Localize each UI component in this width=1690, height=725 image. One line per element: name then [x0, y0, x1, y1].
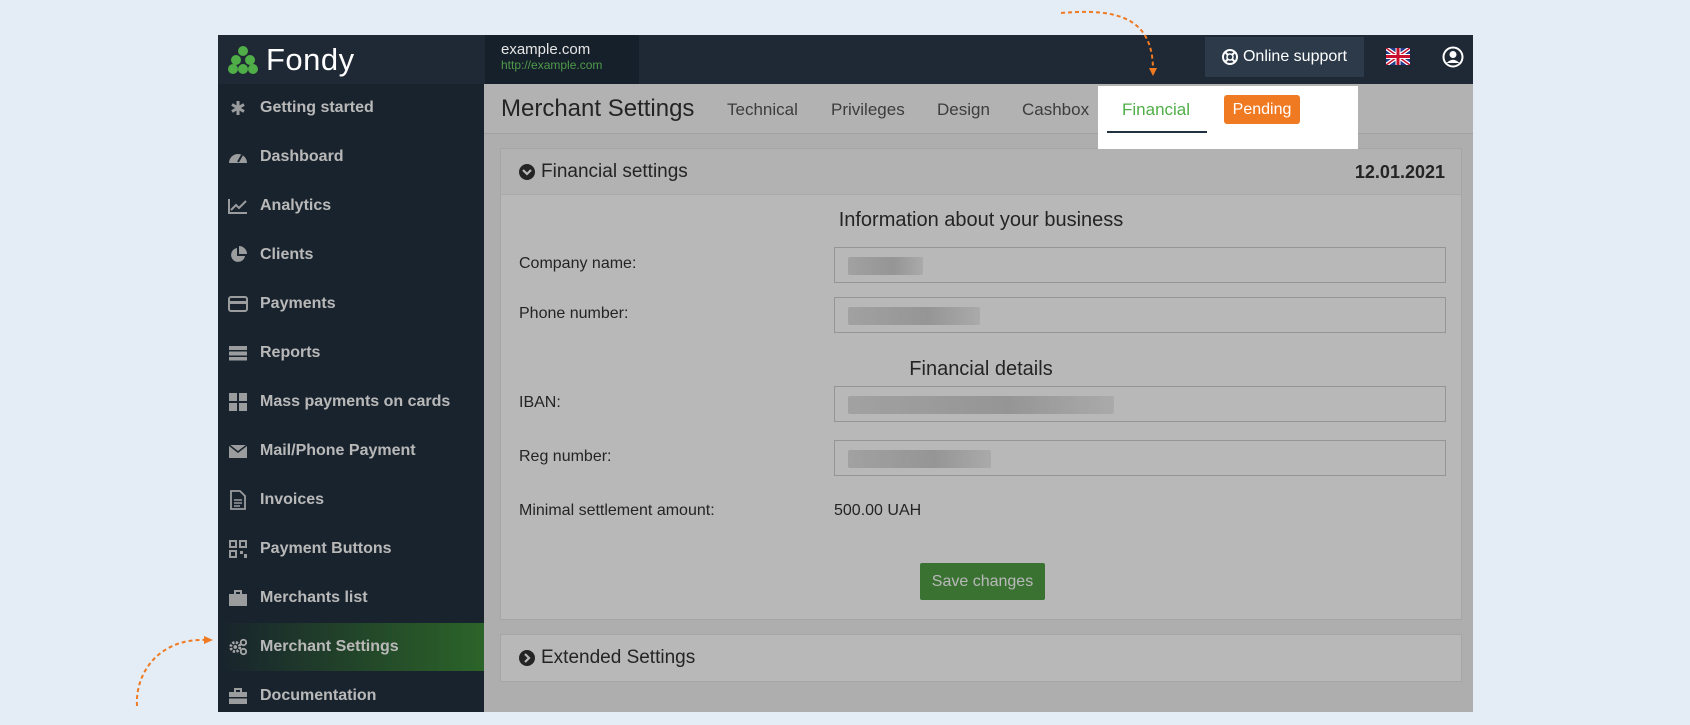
tab-privileges[interactable]: Privileges [831, 100, 905, 120]
sidebar: Getting started Dashboard Analytics Clie… [218, 84, 484, 712]
site-name: example.com [501, 41, 591, 58]
pie-chart-icon [228, 245, 248, 265]
phone-number-field[interactable] [834, 297, 1446, 333]
sidebar-item-label: Payments [260, 295, 336, 312]
highlighted-tab-region: Financial Pending [1098, 86, 1358, 149]
speedometer-icon [228, 147, 248, 167]
flag-uk-icon[interactable] [1386, 48, 1410, 65]
phone-number-label: Phone number: [519, 305, 629, 322]
logo[interactable]: Fondy [218, 35, 484, 84]
page-title: Merchant Settings [501, 95, 695, 122]
company-name-label: Company name: [519, 255, 637, 272]
tab-cashbox[interactable]: Cashbox [1022, 100, 1089, 120]
sidebar-item-label: Documentation [260, 687, 377, 704]
financial-settings-panel: Financial settings 12.01.2021 Informatio… [500, 148, 1462, 620]
iban-field[interactable] [834, 386, 1446, 422]
sidebar-item-label: Analytics [260, 197, 332, 214]
brand-name: Fondy [266, 41, 355, 77]
iban-label: IBAN: [519, 394, 561, 411]
chevron-circle-down-icon [519, 164, 535, 180]
save-changes-button[interactable]: Save changes [920, 563, 1045, 600]
sidebar-item-label: Dashboard [260, 148, 344, 165]
sidebar-item-label: Getting started [260, 99, 374, 116]
sidebar-item-label: Clients [260, 246, 314, 263]
tab-design[interactable]: Design [937, 100, 990, 120]
sidebar-item-mail-phone-payment[interactable]: Mail/Phone Payment [218, 427, 484, 475]
lifebuoy-icon [1221, 49, 1238, 65]
sidebar-item-merchant-settings[interactable]: Merchant Settings [218, 623, 484, 671]
top-bar: Fondy example.com http://example.com Onl… [218, 35, 1473, 84]
reg-number-label: Reg number: [519, 448, 612, 465]
sidebar-item-label: Payment Buttons [260, 540, 392, 557]
sidebar-item-label: Mail/Phone Payment [260, 442, 416, 459]
sidebar-item-payments[interactable]: Payments [218, 280, 484, 328]
status-badge: Pending [1224, 95, 1300, 124]
fondy-logo-icon [228, 45, 258, 74]
site-selector[interactable]: example.com http://example.com [485, 35, 639, 84]
sidebar-item-payment-buttons[interactable]: Payment Buttons [218, 525, 484, 573]
extended-settings-title: Extended Settings [541, 647, 696, 668]
document-icon [228, 490, 248, 510]
sidebar-item-label: Merchant Settings [260, 638, 399, 655]
online-support-label: Online support [1242, 48, 1348, 65]
sidebar-item-clients[interactable]: Clients [218, 231, 484, 279]
qr-code-icon [228, 539, 248, 559]
gears-icon [228, 637, 248, 657]
credit-card-icon [228, 294, 248, 314]
min-settlement-value: 500.00 UAH [834, 502, 922, 519]
sidebar-item-label: Merchants list [260, 589, 368, 606]
briefcase-icon [228, 588, 248, 608]
grid-icon [228, 392, 248, 412]
asterisk-icon [228, 98, 248, 118]
company-name-field[interactable] [834, 247, 1446, 283]
financial-settings-title: Financial settings [541, 161, 688, 182]
online-support-button[interactable]: Online support [1205, 37, 1364, 77]
app-window: Fondy example.com http://example.com Onl… [218, 35, 1473, 712]
sidebar-item-label: Reports [260, 344, 321, 361]
line-chart-icon [228, 196, 248, 216]
sidebar-item-reports[interactable]: Reports [218, 329, 484, 377]
tab-active-underline [1107, 131, 1207, 133]
annotation-arrow-left [135, 636, 213, 707]
sidebar-item-invoices[interactable]: Invoices [218, 476, 484, 524]
site-url: http://example.com [501, 58, 603, 72]
main-content: Merchant Settings Technical Privileges D… [484, 84, 1473, 712]
reg-number-field[interactable] [834, 440, 1446, 476]
tab-technical[interactable]: Technical [727, 100, 798, 120]
sidebar-item-merchants-list[interactable]: Merchants list [218, 574, 484, 622]
sidebar-item-documentation[interactable]: Documentation [218, 672, 484, 712]
toolbox-icon [228, 686, 248, 706]
envelope-icon [228, 441, 248, 461]
extended-settings-panel[interactable]: Extended Settings [500, 634, 1462, 682]
sidebar-item-analytics[interactable]: Analytics [218, 182, 484, 230]
sidebar-item-label: Invoices [260, 491, 325, 508]
financial-details-title: Financial details [909, 358, 1053, 380]
sidebar-item-label: Mass payments on cards [260, 393, 451, 410]
user-icon[interactable] [1442, 46, 1464, 68]
server-icon [228, 343, 248, 363]
chevron-circle-right-icon [519, 650, 535, 666]
business-section-title: Information about your business [838, 209, 1124, 231]
financial-settings-header[interactable]: Financial settings 12.01.2021 [501, 149, 1461, 195]
min-settlement-label: Minimal settlement amount: [519, 502, 715, 519]
sidebar-item-dashboard[interactable]: Dashboard [218, 133, 484, 181]
sidebar-item-getting-started[interactable]: Getting started [218, 84, 484, 132]
sidebar-item-mass-payments[interactable]: Mass payments on cards [218, 378, 484, 426]
financial-settings-date: 12.01.2021 [1354, 162, 1445, 182]
tab-financial[interactable]: Financial [1122, 100, 1190, 120]
